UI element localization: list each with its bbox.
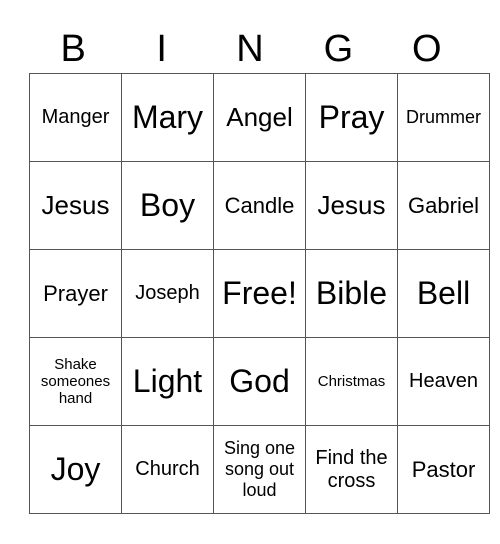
grid-row: Prayer Joseph Free! Bible Bell xyxy=(29,249,490,338)
bingo-cell[interactable]: Bell xyxy=(397,249,490,338)
bingo-cell[interactable]: Sing one song out loud xyxy=(213,425,306,514)
bingo-cell[interactable]: Angel xyxy=(213,73,306,162)
bingo-cell[interactable]: Church xyxy=(121,425,214,514)
bingo-cell[interactable]: Prayer xyxy=(29,249,122,338)
bingo-cell[interactable]: Jesus xyxy=(29,161,122,250)
bingo-header: B I N G O xyxy=(29,26,471,73)
grid-row: Manger Mary Angel Pray Drummer xyxy=(29,73,490,162)
bingo-cell[interactable]: Pray xyxy=(305,73,398,162)
bingo-cell[interactable]: Free! xyxy=(213,249,306,338)
bingo-cell[interactable]: Shake someones hand xyxy=(29,337,122,426)
bingo-cell[interactable]: Bible xyxy=(305,249,398,338)
bingo-cell[interactable]: Drummer xyxy=(397,73,490,162)
bingo-cell[interactable]: Joseph xyxy=(121,249,214,338)
bingo-cell[interactable]: Boy xyxy=(121,161,214,250)
grid-row: Joy Church Sing one song out loud Find the … xyxy=(29,425,490,514)
bingo-cell[interactable]: Christmas xyxy=(305,337,398,426)
bingo-cell[interactable]: Find the cross xyxy=(305,425,398,514)
bingo-cell[interactable]: Mary xyxy=(121,73,214,162)
bingo-cell[interactable]: Light xyxy=(121,337,214,426)
bingo-cell[interactable]: Joy xyxy=(29,425,122,514)
header-letter-i: I xyxy=(156,28,167,70)
bingo-cell[interactable]: Gabriel xyxy=(397,161,490,250)
bingo-grid: Manger Mary Angel Pray Drummer Jesus Boy Candle… xyxy=(29,73,490,514)
header-letter-o: O xyxy=(412,28,442,70)
header-letter-g: G xyxy=(323,28,354,70)
bingo-cell[interactable]: Manger xyxy=(29,73,122,162)
header-letter-n: N xyxy=(236,28,264,70)
grid-row: Shake someones hand Light God Christmas Heav… xyxy=(29,337,490,426)
bingo-cell[interactable]: Candle xyxy=(213,161,306,250)
header-letter-b: B xyxy=(60,28,86,70)
bingo-cell[interactable]: God xyxy=(213,337,306,426)
bingo-cell[interactable]: Heaven xyxy=(397,337,490,426)
bingo-cell[interactable]: Jesus xyxy=(305,161,398,250)
bingo-cell[interactable]: Pastor xyxy=(397,425,490,514)
grid-row: Jesus Boy Candle Jesus Gabriel xyxy=(29,161,490,250)
